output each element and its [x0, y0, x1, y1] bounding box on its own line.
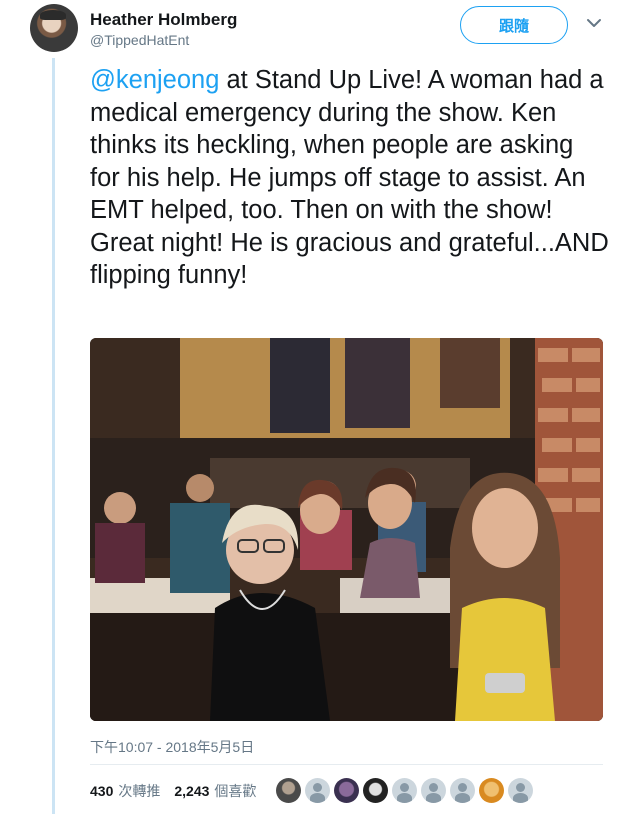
retweets-stat[interactable]: 430 次轉推 [90, 781, 160, 801]
photo-illustration [90, 338, 603, 721]
tweet-photo[interactable] [90, 338, 603, 721]
tweet-stats: 430 次轉推 2,243 個喜歡 [90, 776, 270, 806]
liker-avatar-default[interactable] [305, 778, 330, 803]
liker-avatar[interactable] [276, 778, 301, 803]
liker-avatar[interactable] [363, 778, 388, 803]
likes-label: 個喜歡 [214, 783, 257, 799]
chevron-down-icon[interactable] [585, 14, 603, 32]
tweet-header: Heather Holmberg @TippedHatEnt 跟隨 [30, 4, 610, 56]
liker-avatar-default[interactable] [450, 778, 475, 803]
liker-avatar-default[interactable] [421, 778, 446, 803]
liker-avatar-default[interactable] [392, 778, 417, 803]
thread-line [52, 58, 55, 814]
tweet-text: @kenjeong at Stand Up Live! A woman had … [90, 64, 610, 292]
user-display-name[interactable]: Heather Holmberg [90, 10, 237, 30]
tweet-body: at Stand Up Live! A woman had a medical … [90, 66, 609, 289]
follow-button[interactable]: 跟隨 [460, 6, 568, 44]
liker-avatar[interactable] [334, 778, 359, 803]
retweets-count: 430 [90, 783, 114, 799]
likes-count: 2,243 [174, 783, 210, 799]
avatar[interactable] [30, 4, 78, 52]
liker-avatar-default[interactable] [508, 778, 533, 803]
likers-avatars [276, 778, 537, 803]
likes-stat[interactable]: 2,243 個喜歡 [174, 781, 256, 801]
divider [90, 764, 603, 765]
liker-avatar[interactable] [479, 778, 504, 803]
mention-link[interactable]: @kenjeong [90, 66, 219, 94]
tweet-timestamp[interactable]: 下午10:07 - 2018年5月5日 [90, 737, 254, 757]
retweets-label: 次轉推 [118, 783, 161, 799]
user-handle[interactable]: @TippedHatEnt [90, 32, 189, 48]
